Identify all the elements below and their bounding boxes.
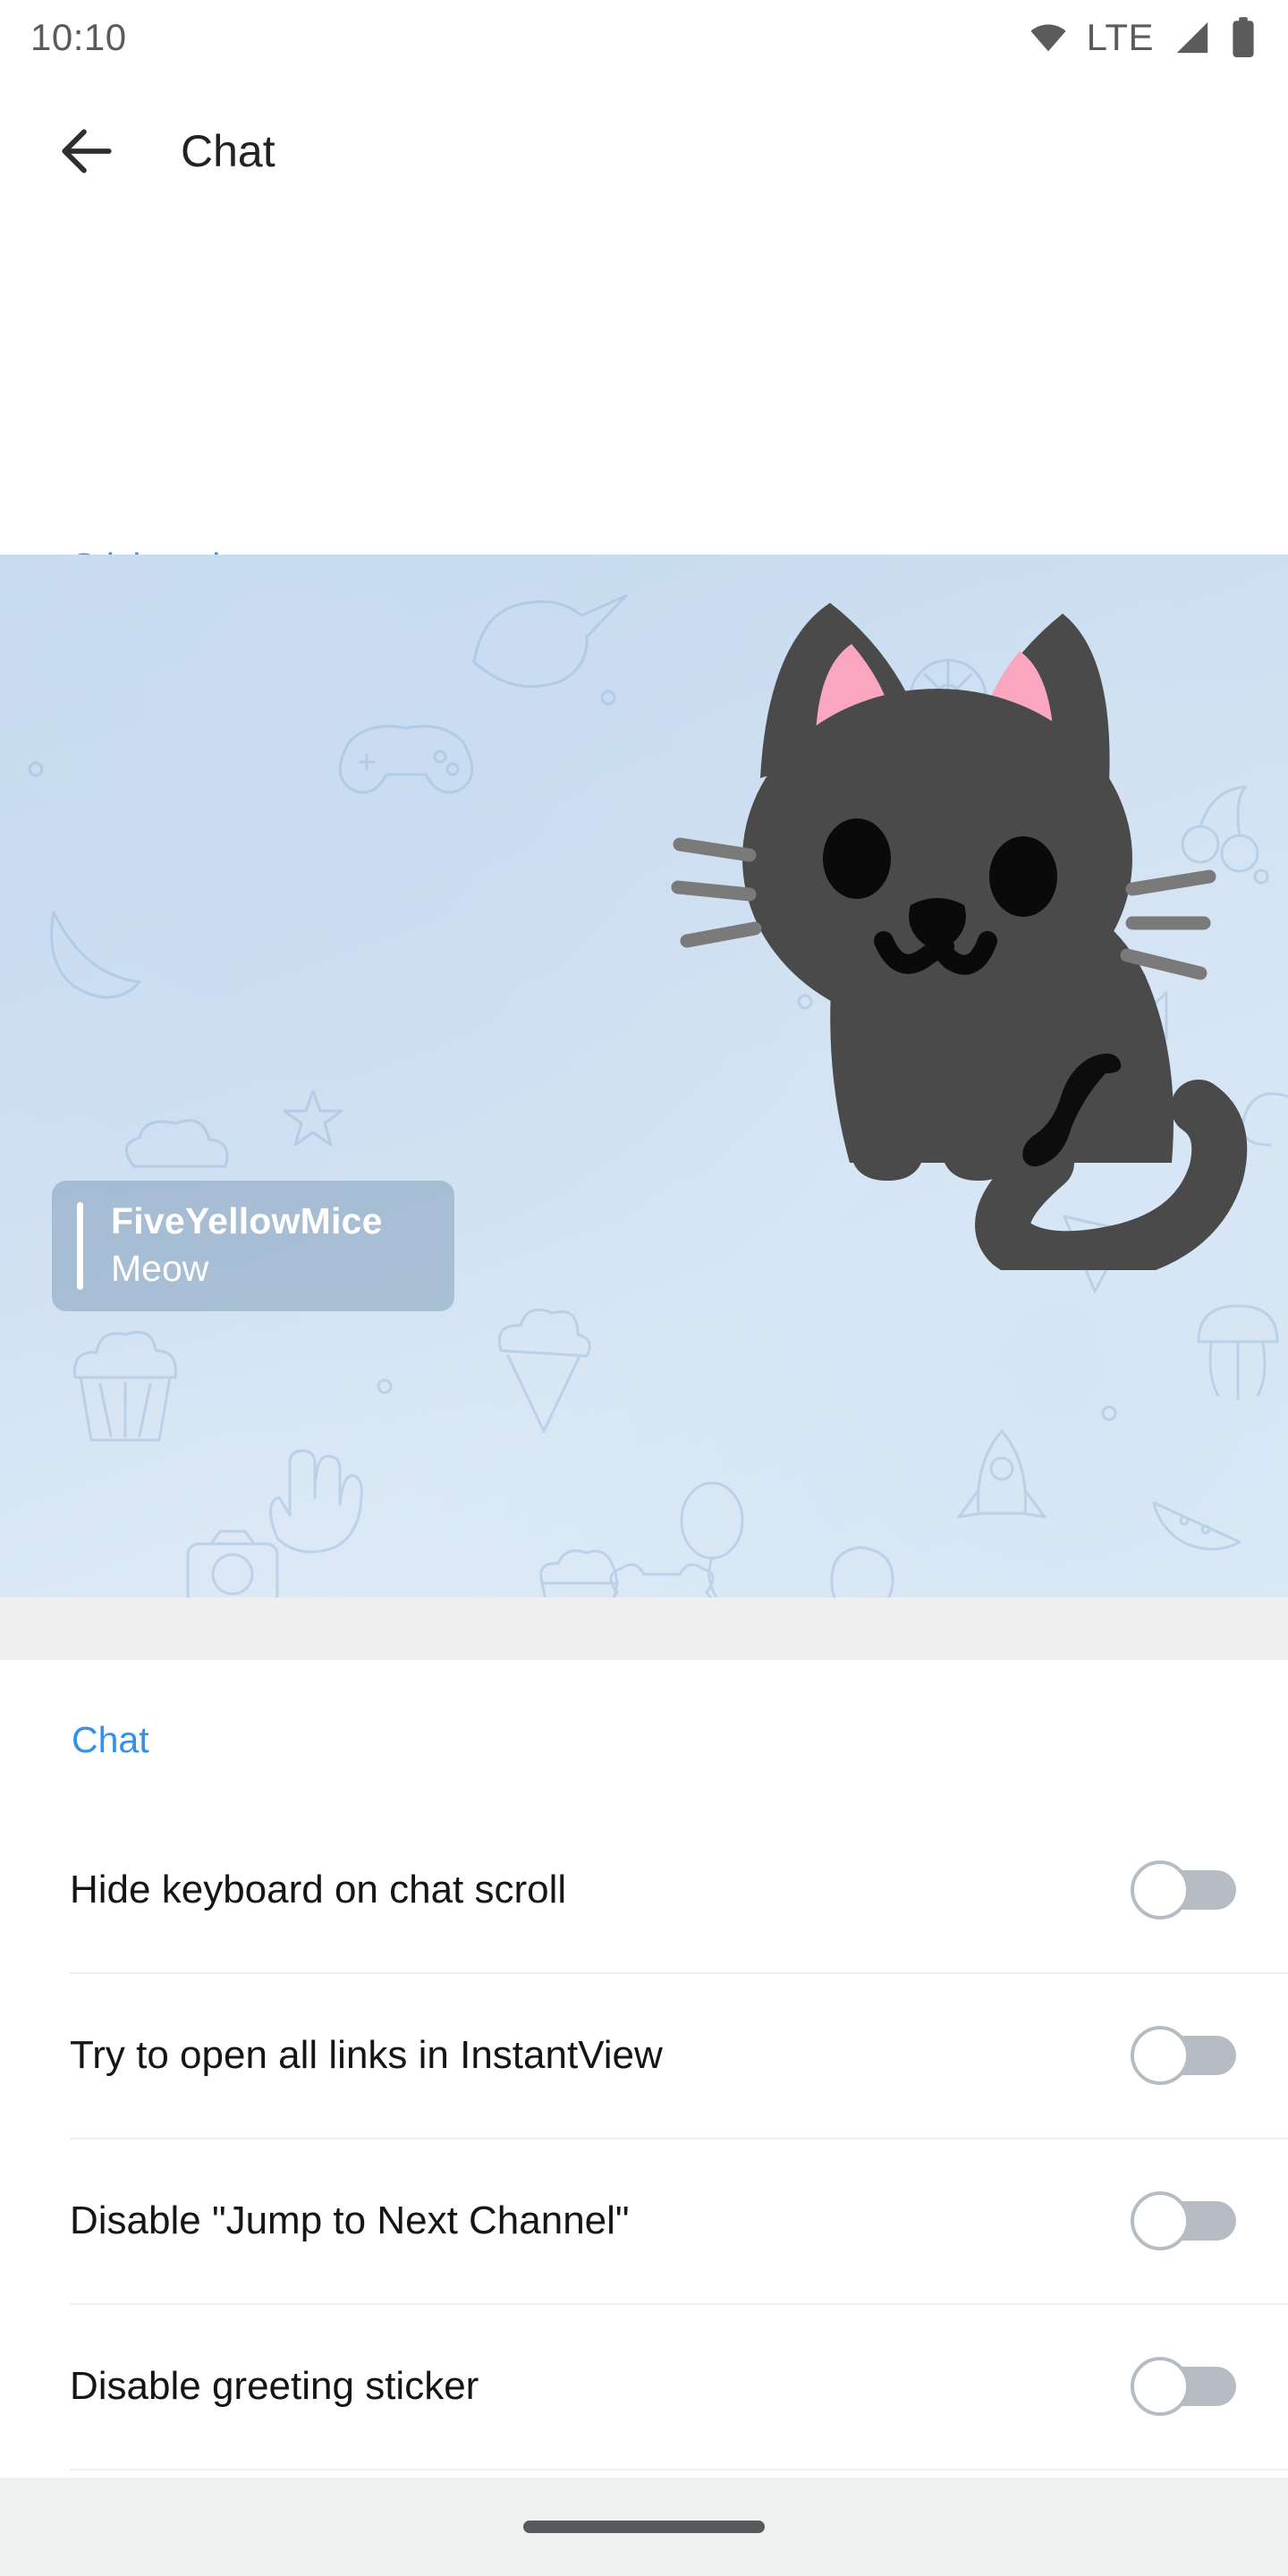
status-icon-group: LTE (1028, 16, 1256, 59)
back-button[interactable] (38, 102, 136, 200)
toggle-switch[interactable] (1131, 2025, 1236, 2085)
chat-settings-header: Chat (72, 1719, 149, 1760)
toggle-thumb (1131, 2356, 1190, 2416)
status-clock: 10:10 (30, 16, 127, 58)
toggle-thumb (1131, 2190, 1190, 2250)
section-divider-band (0, 1597, 1288, 1660)
reply-quote-overlay[interactable]: FiveYellowMice Meow (52, 1181, 454, 1311)
settings-row[interactable]: Try to open all links in InstantView (0, 1972, 1288, 2138)
network-type-label: LTE (1086, 16, 1154, 58)
toggle-thumb (1131, 2025, 1190, 2085)
toggle-switch[interactable] (1131, 2356, 1236, 2416)
app-bar: Chat (0, 75, 1288, 227)
settings-row[interactable]: Disable "Jump to Next Channel" (0, 2138, 1288, 2303)
toggle-switch[interactable] (1131, 1860, 1236, 1919)
battery-icon (1233, 17, 1254, 57)
reply-quote-text: Meow (111, 1248, 209, 1289)
quote-accent-bar (77, 1202, 83, 1290)
reply-quote-name: FiveYellowMice (111, 1200, 383, 1241)
settings-row-label: Disable greeting sticker (70, 2363, 479, 2408)
gesture-home-handle[interactable] (523, 2521, 765, 2533)
chat-settings-section: Chat Hide keyboard on chat scroll Try to … (0, 1660, 1288, 2576)
black-cat-sticker[interactable] (626, 590, 1252, 1270)
settings-row-label: Try to open all links in InstantView (70, 2032, 663, 2077)
toggle-switch[interactable] (1131, 2190, 1236, 2250)
chat-preview: FiveYellowMice Meow 4:53 PM 猫 🐈‍⬛ Sticke… (0, 555, 1288, 1597)
settings-row[interactable]: Disable greeting sticker (0, 2303, 1288, 2469)
sticker-size-section: Sticker size 14 (0, 227, 1288, 728)
status-bar: 10:10 LTE (0, 0, 1288, 75)
toggle-thumb (1131, 1860, 1190, 1919)
arrow-left-icon (62, 129, 112, 174)
settings-row[interactable]: Hide keyboard on chat scroll (0, 1807, 1288, 1972)
settings-row-label: Hide keyboard on chat scroll (70, 1867, 567, 1911)
signal-icon (1176, 21, 1208, 54)
wifi-icon (1030, 24, 1066, 52)
page-title: Chat (181, 126, 275, 176)
chat-settings-rows: Hide keyboard on chat scroll Try to open … (0, 1807, 1288, 2576)
settings-row-label: Disable "Jump to Next Channel" (70, 2198, 630, 2242)
phone-screen: 10:10 LTE Chat Sticker size (0, 0, 1288, 2576)
system-nav-bar (0, 2478, 1288, 2576)
